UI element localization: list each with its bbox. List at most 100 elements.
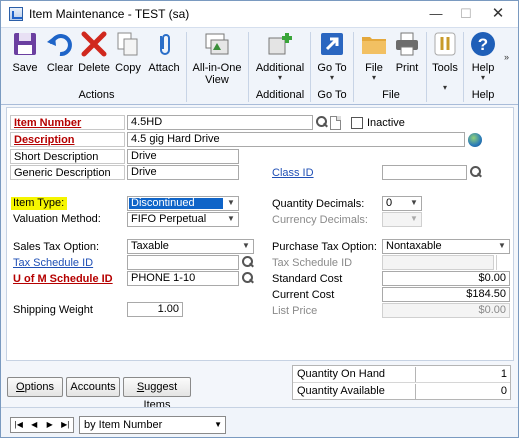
currency-decimals-label: Currency Decimals:	[272, 214, 368, 226]
shipping-weight-label: Shipping Weight	[13, 304, 93, 316]
title-bar: Item Maintenance - TEST (sa) — ☐ ✕	[1, 1, 518, 27]
additional-button[interactable]: Additional ▾	[253, 30, 307, 82]
minimize-button[interactable]: —	[421, 4, 451, 24]
group-additional-label: Additional	[255, 89, 305, 101]
suggest-items-button[interactable]: Suggest Items	[123, 377, 191, 411]
group-file-label: File	[382, 89, 400, 101]
ribbon-separator	[463, 32, 464, 102]
record-navigation: |◀ ◀ ▶ ▶|	[10, 417, 74, 433]
purchase-tax-schedule-lookup-icon	[496, 255, 510, 270]
ribbon-separator	[353, 32, 354, 102]
clear-button[interactable]: Clear	[43, 30, 77, 74]
paperclip-icon	[150, 30, 178, 58]
clear-label: Clear	[46, 62, 74, 74]
quantity-decimals-value: 0	[386, 197, 393, 209]
accounts-button[interactable]: Accounts	[66, 377, 120, 397]
delete-x-icon	[80, 30, 108, 58]
tools-label: Tools	[432, 62, 458, 74]
sort-by-select[interactable]: by Item Number ▼	[79, 416, 226, 434]
all-in-one-view-icon	[203, 30, 231, 58]
additional-label: Additional ▾	[253, 62, 307, 82]
delete-button[interactable]: Delete	[78, 30, 110, 74]
chevron-down-icon: ▼	[214, 420, 222, 429]
description-label: Description	[10, 132, 125, 147]
generic-description-label: Generic Description	[10, 165, 125, 180]
quantity-on-hand-row: Quantity On Hand 1	[293, 366, 510, 383]
inactive-checkbox[interactable]	[351, 117, 363, 129]
item-form: Item Number 4.5HD Inactive Description 4…	[6, 107, 514, 361]
sort-by-value: by Item Number	[84, 419, 163, 431]
tax-schedule-id-field[interactable]	[127, 255, 239, 270]
uofm-schedule-id-field[interactable]: PHONE 1-10	[127, 271, 239, 286]
class-id-field[interactable]	[382, 165, 467, 180]
purchase-tax-option-label: Purchase Tax Option:	[272, 241, 377, 253]
save-button[interactable]: Save	[9, 30, 41, 74]
standard-cost-field[interactable]: $0.00	[382, 271, 510, 286]
class-id-lookup-icon[interactable]	[468, 165, 483, 180]
save-label: Save	[12, 62, 38, 74]
tax-schedule-lookup-icon[interactable]	[240, 255, 255, 270]
previous-record-icon[interactable]: ◀	[27, 418, 43, 432]
short-description-field[interactable]: Drive	[127, 149, 239, 164]
item-number-field[interactable]: 4.5HD	[127, 115, 313, 130]
current-cost-label: Current Cost	[272, 289, 335, 301]
item-number-label: Item Number	[10, 115, 125, 130]
list-price-label: List Price	[272, 305, 318, 317]
all-in-one-view-button[interactable]: All-in-One View	[191, 30, 243, 86]
help-label: Help ▾	[467, 62, 499, 82]
valuation-method-select[interactable]: FIFO Perpetual ▼	[127, 212, 239, 227]
tax-schedule-id-link[interactable]: Tax Schedule ID	[10, 256, 93, 271]
globe-icon[interactable]	[468, 133, 482, 147]
current-cost-field[interactable]: $184.50	[382, 287, 510, 302]
currency-decimals-select: ▼	[382, 212, 422, 227]
tools-icon	[431, 30, 459, 58]
goto-button[interactable]: Go To ▾	[315, 30, 349, 82]
item-type-select[interactable]: Discontinued ▼	[127, 196, 239, 211]
chevron-down-icon: ▼	[242, 241, 250, 250]
class-id-link[interactable]: Class ID	[269, 166, 314, 181]
last-record-icon[interactable]: ▶|	[58, 418, 74, 432]
quantity-available-row: Quantity Available 0	[293, 383, 510, 400]
quantity-summary: Quantity On Hand 1 Quantity Available 0	[292, 365, 511, 400]
chevron-down-icon: ▼	[227, 198, 235, 207]
chevron-down-icon: ▼	[227, 214, 235, 223]
group-goto-label: Go To	[317, 89, 347, 101]
help-icon: ?	[469, 30, 497, 58]
help-button[interactable]: ? Help ▾	[467, 30, 499, 82]
options-button[interactable]: Options	[7, 377, 63, 397]
first-record-icon[interactable]: |◀	[11, 418, 27, 432]
printer-icon	[393, 30, 421, 58]
sales-tax-option-select[interactable]: Taxable ▼	[127, 239, 254, 254]
shipping-weight-field[interactable]: 1.00	[127, 302, 183, 317]
attach-label: Attach	[148, 62, 180, 74]
chevron-down-icon[interactable]: ▾	[430, 84, 460, 92]
close-button[interactable]: ✕	[483, 4, 513, 24]
next-record-icon[interactable]: ▶	[42, 418, 58, 432]
tools-button[interactable]: Tools ▾	[430, 30, 460, 92]
purchase-tax-option-select[interactable]: Nontaxable ▼	[382, 239, 510, 254]
print-button[interactable]: Print	[391, 30, 423, 74]
description-field[interactable]: 4.5 gig Hard Drive	[127, 132, 465, 147]
attach-button[interactable]: Attach	[147, 30, 181, 74]
ribbon-expand-icon[interactable]: »	[504, 52, 509, 62]
quantity-decimals-label: Quantity Decimals:	[272, 198, 365, 210]
quantity-available-label: Quantity Available	[297, 385, 385, 397]
all-in-one-view-label: All-in-One View	[192, 62, 242, 86]
maximize-button[interactable]: ☐	[451, 4, 481, 24]
valuation-method-label: Valuation Method:	[13, 213, 101, 225]
additional-icon	[266, 30, 294, 58]
ribbon-separator	[426, 32, 427, 102]
short-description-label: Short Description	[10, 149, 125, 164]
quantity-decimals-select[interactable]: 0 ▼	[382, 196, 422, 211]
file-button[interactable]: File ▾	[359, 30, 389, 82]
item-number-lookup-icon[interactable]	[314, 115, 329, 130]
uofm-schedule-id-link[interactable]: U of M Schedule ID	[10, 272, 113, 287]
ribbon-separator	[186, 32, 187, 102]
chevron-down-icon: ▼	[410, 198, 418, 207]
purchase-tax-schedule-id-field	[382, 255, 494, 270]
quantity-on-hand-label: Quantity On Hand	[297, 368, 386, 380]
generic-description-field[interactable]: Drive	[127, 165, 239, 180]
note-icon[interactable]	[330, 116, 341, 130]
uofm-schedule-lookup-icon[interactable]	[240, 271, 255, 286]
copy-button[interactable]: Copy	[113, 30, 143, 74]
